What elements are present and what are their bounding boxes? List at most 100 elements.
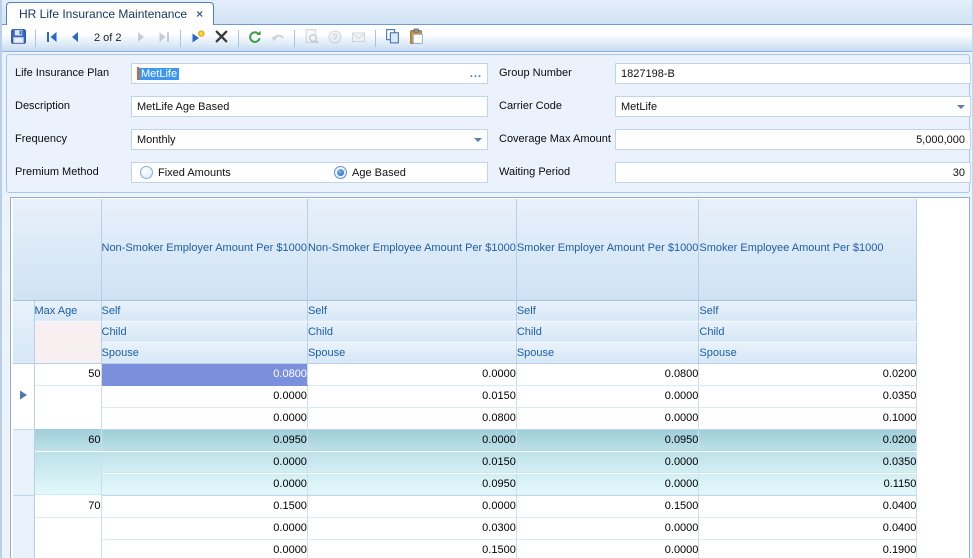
max-age-cell[interactable]: 70: [34, 495, 101, 517]
toolbar-separator: [294, 30, 295, 47]
grid-cell[interactable]: 0.0000: [516, 539, 699, 558]
grid-cell[interactable]: 0.0000: [516, 407, 699, 429]
previous-record-button[interactable]: [64, 27, 86, 49]
column-header-nonsmoker-employer[interactable]: Non-Smoker Employer Amount Per $1000: [101, 199, 307, 300]
max-age-cell[interactable]: 50: [34, 363, 101, 385]
tab-close-icon[interactable]: ×: [196, 8, 203, 20]
first-record-button[interactable]: [41, 27, 63, 49]
carrier-code-dropdown[interactable]: MetLife: [615, 96, 971, 117]
grid-cell[interactable]: 0.1900: [699, 539, 917, 558]
radio-age-based[interactable]: Age Based: [334, 166, 406, 179]
waiting-period-field[interactable]: 30: [615, 162, 971, 183]
grid-cell[interactable]: 0.0800: [307, 407, 516, 429]
grid-cell[interactable]: 0.0800: [516, 363, 699, 385]
grid-cell-selected[interactable]: 0.0800: [101, 363, 307, 385]
new-record-button[interactable]: [186, 27, 209, 49]
max-age-subheader-cell: [34, 321, 101, 363]
row-indicator[interactable]: [13, 495, 34, 558]
grid-cell[interactable]: 0.0000: [101, 539, 307, 558]
radio-selected-icon[interactable]: [334, 166, 347, 179]
lookup-ellipsis-button[interactable]: ...: [470, 68, 482, 80]
max-age-header: Max Age: [34, 300, 101, 321]
column-header-nonsmoker-employee[interactable]: Non-Smoker Employee Amount Per $1000: [307, 199, 516, 300]
frequency-value: Monthly: [137, 134, 176, 146]
grid-cell[interactable]: 0.0000: [307, 363, 516, 385]
grid-cell[interactable]: 0.1500: [516, 495, 699, 517]
grid-cell[interactable]: 0.0150: [307, 451, 516, 473]
delete-icon: [213, 28, 230, 48]
paste-button[interactable]: [405, 27, 428, 49]
band-row-child: Child: [307, 321, 516, 342]
band-row-child: Child: [101, 321, 307, 342]
max-age-cell[interactable]: 60: [34, 429, 101, 451]
grid-cell[interactable]: 0.0000: [516, 517, 699, 539]
grid-cell[interactable]: 0.0000: [101, 517, 307, 539]
grid-cell[interactable]: 0.0000: [101, 385, 307, 407]
delete-record-button[interactable]: [210, 27, 233, 49]
premium-method-group: Fixed Amounts Age Based: [131, 162, 488, 183]
chevron-down-icon[interactable]: [957, 105, 965, 109]
grid-cell[interactable]: 0.0200: [699, 429, 917, 451]
column-header-smoker-employee[interactable]: Smoker Employee Amount Per $1000: [699, 199, 917, 300]
copy-button[interactable]: [381, 27, 404, 49]
grid-cell[interactable]: 0.1000: [699, 407, 917, 429]
grid-cell[interactable]: 0.1500: [101, 495, 307, 517]
save-button[interactable]: [7, 27, 30, 49]
grid-cell[interactable]: 0.0000: [101, 407, 307, 429]
premium-method-label: Premium Method: [15, 162, 99, 183]
grid-cell[interactable]: 0.0300: [307, 517, 516, 539]
description-field[interactable]: MetLife Age Based: [131, 96, 488, 117]
grid-cell[interactable]: 0.0150: [307, 385, 516, 407]
life-insurance-plan-field[interactable]: MetLife ...: [131, 63, 488, 84]
copy-icon: [384, 28, 401, 48]
row-indicator[interactable]: [13, 429, 34, 495]
frequency-dropdown[interactable]: Monthly: [131, 129, 488, 150]
grid-cell[interactable]: 0.0000: [516, 473, 699, 495]
grid-cell[interactable]: 0.0950: [101, 429, 307, 451]
column-header-smoker-employer[interactable]: Smoker Employer Amount Per $1000: [516, 199, 699, 300]
help-button: ?: [324, 27, 346, 49]
toolbar: 2 of 2 ?: [2, 25, 972, 52]
row-indicator-header: [13, 300, 34, 363]
grid-cell[interactable]: 0.0000: [307, 429, 516, 451]
grid-cell[interactable]: 0.1150: [699, 473, 917, 495]
grid-cell[interactable]: 0.0000: [101, 473, 307, 495]
grid-cell[interactable]: 0.0000: [101, 451, 307, 473]
grid-cell[interactable]: 0.0200: [699, 363, 917, 385]
radio-fixed-amounts-label: Fixed Amounts: [158, 167, 231, 179]
grid-cell[interactable]: 0.0950: [307, 473, 516, 495]
grid-cell[interactable]: 0.1500: [307, 539, 516, 558]
record-position: 2 of 2: [94, 32, 122, 44]
max-age-span-cell: [34, 451, 101, 495]
undo-button: [267, 27, 289, 49]
toolbar-separator: [375, 30, 376, 47]
grid-cell[interactable]: 0.0350: [699, 451, 917, 473]
waiting-period-label: Waiting Period: [499, 162, 570, 183]
last-record-button: [153, 27, 175, 49]
chevron-down-icon[interactable]: [474, 138, 482, 142]
grid-cell[interactable]: 0.0000: [307, 495, 516, 517]
email-icon: [350, 29, 367, 48]
tab-hr-life-insurance-maintenance[interactable]: HR Life Insurance Maintenance ×: [6, 2, 214, 25]
band-row-self: Self: [516, 300, 699, 321]
refresh-button[interactable]: [244, 27, 266, 49]
group-number-field[interactable]: 1827198-B: [615, 63, 971, 84]
grid-cell[interactable]: 0.0350: [699, 385, 917, 407]
radio-fixed-amounts[interactable]: Fixed Amounts: [140, 166, 231, 179]
print-preview-button: [300, 27, 323, 49]
tab-bar: HR Life Insurance Maintenance ×: [2, 0, 972, 25]
row-indicator-current[interactable]: [13, 363, 34, 429]
coverage-max-amount-field[interactable]: 5,000,000: [615, 129, 971, 150]
grid-cell[interactable]: 0.0000: [516, 451, 699, 473]
frequency-label: Frequency: [15, 129, 67, 150]
coverage-max-amount-value: 5,000,000: [916, 134, 965, 146]
print-preview-icon: [303, 28, 320, 48]
radio-icon[interactable]: [140, 166, 153, 179]
grid-cell[interactable]: 0.0400: [699, 495, 917, 517]
grid-cell[interactable]: 0.0950: [516, 429, 699, 451]
toolbar-separator: [180, 30, 181, 47]
grid-cell[interactable]: 0.0000: [516, 385, 699, 407]
grid-cell[interactable]: 0.0400: [699, 517, 917, 539]
band-row-spouse: Spouse: [307, 342, 516, 363]
refresh-icon: [247, 29, 263, 48]
